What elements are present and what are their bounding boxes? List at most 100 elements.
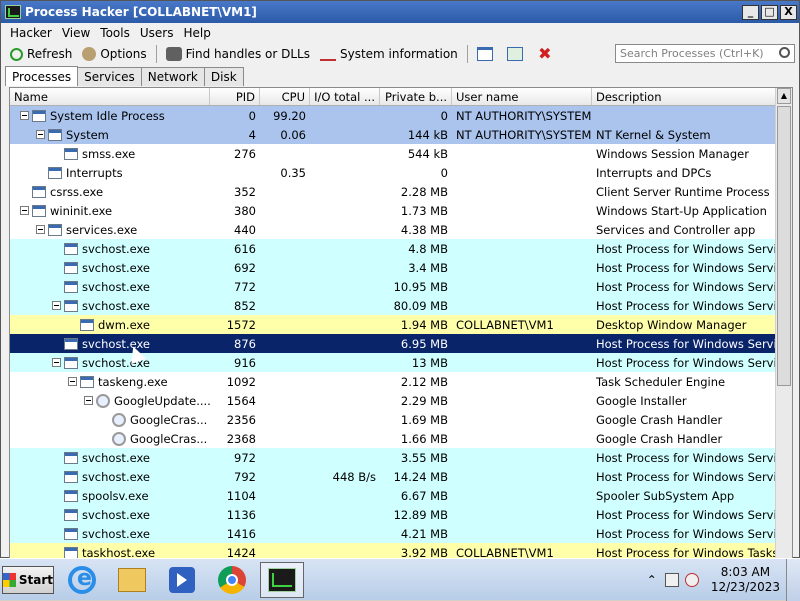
tab-disk[interactable]: Disk (203, 67, 244, 86)
tab-network[interactable]: Network (140, 67, 205, 86)
process-row[interactable]: svchost.exe 692 3.4 MB Host Process for Win… (10, 258, 776, 277)
process-name: svchost.exe (82, 450, 151, 465)
process-tree[interactable]: Name PID CPU I/O total ... Private b... … (9, 87, 793, 559)
process-icon (48, 128, 62, 141)
find-window-button[interactable] (502, 43, 532, 65)
column-private-bytes[interactable]: Private b... (380, 88, 452, 105)
process-row[interactable]: GoogleCras... 2368 1.66 MB Google Crash Han… (10, 429, 776, 448)
process-row[interactable]: svchost.exe 1416 4.21 MB Host Process for W… (10, 524, 776, 543)
process-row[interactable]: svchost.exe 852 80.09 MB Host Process for W… (10, 296, 776, 315)
collapse-toggle-icon[interactable] (52, 301, 61, 310)
minimize-button[interactable]: _ (742, 4, 759, 20)
menu-hacker[interactable]: Hacker (5, 26, 57, 40)
process-row[interactable]: GoogleUpdate.... 1564 2.29 MB Google Instal… (10, 391, 776, 410)
process-row[interactable]: GoogleCras... 2356 1.69 MB Google Crash Han… (10, 410, 776, 429)
collapse-toggle-icon[interactable] (84, 396, 93, 405)
column-name[interactable]: Name (10, 88, 210, 105)
process-private-bytes: 2.28 MB (400, 184, 448, 199)
column-io[interactable]: I/O total ... (310, 88, 380, 105)
process-row[interactable]: svchost.exe 972 3.55 MB Host Process for Wi… (10, 448, 776, 467)
process-row[interactable]: csrss.exe 352 2.28 MB Client Server Runtime… (10, 182, 776, 201)
network-icon[interactable] (664, 573, 679, 587)
process-cpu: 0.35 (280, 165, 306, 180)
process-pid: 276 (234, 146, 256, 161)
process-io: 448 B/s (332, 469, 376, 484)
menu-help[interactable]: Help (178, 26, 215, 40)
scroll-thumb[interactable] (777, 106, 791, 386)
process-row[interactable]: svchost.exe 616 4.8 MB Host Process for Win… (10, 239, 776, 258)
process-row[interactable]: System Idle Process 0 99.20 0 NT AUTHORITY\S… (10, 106, 776, 125)
column-user-name[interactable]: User name (452, 88, 592, 105)
process-row[interactable]: svchost.exe 1136 12.89 MB Host Process for … (10, 505, 776, 524)
process-description: Desktop Window Manager (596, 317, 747, 332)
vertical-scrollbar[interactable]: ▲ (775, 88, 792, 558)
collapse-toggle-icon[interactable] (36, 130, 45, 139)
volume-muted-icon[interactable] (684, 573, 699, 587)
collapse-toggle-icon[interactable] (52, 358, 61, 367)
process-pid: 352 (234, 184, 256, 199)
column-cpu[interactable]: CPU (260, 88, 310, 105)
close-button[interactable]: X (780, 4, 797, 20)
terminate-button[interactable]: ✖ (532, 43, 562, 65)
process-row[interactable]: Interrupts 0.35 0 Interrupts and DPCs (10, 163, 776, 182)
collapse-toggle-icon[interactable] (20, 111, 29, 120)
start-button[interactable]: Start (2, 565, 54, 594)
refresh-button[interactable]: Refresh (5, 43, 77, 65)
process-name: GoogleUpdate.... (114, 393, 210, 408)
collapse-toggle-icon[interactable] (36, 225, 45, 234)
taskbar: Start ⌃ 8:03 AM 12/23/2023 (0, 558, 800, 601)
column-description[interactable]: Description (592, 88, 776, 105)
process-user: COLLABNET\VM1 (456, 317, 554, 332)
process-pid: 1104 (226, 488, 256, 503)
search-input[interactable]: Search Processes (Ctrl+K) (615, 44, 795, 63)
process-description: Host Process for Windows Services (596, 526, 776, 541)
collapse-toggle-icon[interactable] (68, 377, 77, 386)
process-icon (64, 470, 78, 483)
process-name-cell: svchost.exe (10, 299, 210, 313)
process-row[interactable]: smss.exe 276 544 kB Windows Session Manager (10, 144, 776, 163)
maximize-button[interactable]: □ (761, 4, 778, 20)
taskbar-internet-explorer[interactable] (60, 562, 104, 598)
process-row[interactable]: wininit.exe 380 1.73 MB Windows Start-Up Ap… (10, 201, 776, 220)
process-row[interactable]: spoolsv.exe 1104 6.67 MB Spooler SubSystem … (10, 486, 776, 505)
column-pid[interactable]: PID (210, 88, 260, 105)
tray-chevron-icon[interactable]: ⌃ (647, 573, 657, 587)
menu-users[interactable]: Users (135, 26, 179, 40)
process-row[interactable]: System 4 0.06 144 kB NT AUTHORITY\SYSTEM NT K… (10, 125, 776, 144)
options-button[interactable]: Options (77, 43, 151, 65)
menu-view[interactable]: View (57, 26, 95, 40)
taskbar-chrome[interactable] (210, 562, 254, 598)
system-information-label: System information (339, 47, 458, 61)
process-row[interactable]: svchost.exe 916 13 MB Host Process for Wind… (10, 353, 776, 372)
process-row[interactable]: taskeng.exe 1092 2.12 MB Task Scheduler Eng… (10, 372, 776, 391)
taskbar-media-player[interactable] (160, 562, 204, 598)
taskbar-file-explorer[interactable] (110, 562, 154, 598)
collapse-toggle-icon[interactable] (20, 206, 29, 215)
search-icon[interactable] (779, 47, 790, 58)
menu-tools[interactable]: Tools (95, 26, 135, 40)
find-handles-button[interactable]: Find handles or DLLs (161, 43, 315, 65)
process-name-cell: svchost.exe (10, 261, 210, 275)
scroll-up-arrow[interactable]: ▲ (777, 88, 791, 104)
process-name: GoogleCras... (130, 412, 208, 427)
process-description: Host Process for Windows Services (596, 507, 776, 522)
process-row[interactable]: taskhost.exe 1424 3.92 MB COLLABNET\VM1 Host… (10, 543, 776, 558)
tab-services[interactable]: Services (77, 67, 142, 86)
process-row[interactable]: svchost.exe 772 10.95 MB Host Process for W… (10, 277, 776, 296)
process-pid: 852 (234, 298, 256, 313)
process-name: taskeng.exe (98, 374, 168, 389)
process-row[interactable]: svchost.exe 876 6.95 MB Host Process for Wi… (10, 334, 776, 353)
taskbar-process-hacker[interactable] (260, 561, 304, 598)
system-information-button[interactable]: System information (315, 43, 463, 65)
show-desktop-button[interactable] (786, 559, 800, 601)
clock[interactable]: 8:03 AM 12/23/2023 (711, 565, 780, 595)
process-hacker-icon (5, 5, 21, 19)
window-button[interactable] (472, 43, 502, 65)
title-bar[interactable]: Process Hacker [COLLABNET\VM1] _ □ X (1, 1, 799, 23)
process-name: svchost.exe (82, 507, 151, 522)
process-row[interactable]: dwm.exe 1572 1.94 MB COLLABNET\VM1 Desktop W… (10, 315, 776, 334)
process-name-cell: GoogleCras... (10, 431, 210, 446)
process-row[interactable]: svchost.exe 792 448 B/s 14.24 MB Host Proces… (10, 467, 776, 486)
process-row[interactable]: services.exe 440 4.38 MB Services and Contr… (10, 220, 776, 239)
tab-processes[interactable]: Processes (5, 66, 79, 86)
